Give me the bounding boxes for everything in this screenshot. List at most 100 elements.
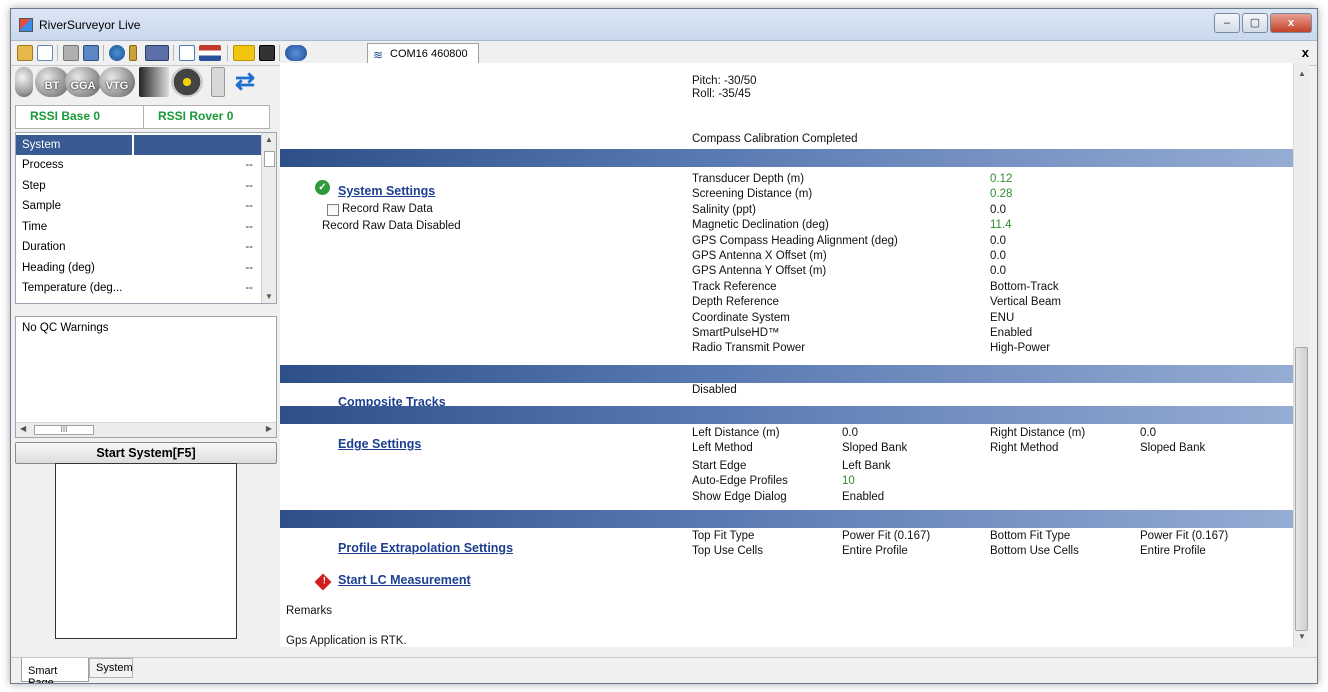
setting-label: GPS Antenna Y Offset (m) xyxy=(692,265,827,277)
grid-icon[interactable] xyxy=(83,45,99,61)
reel-icon xyxy=(171,67,203,97)
setting-label: Track Reference xyxy=(692,281,777,293)
setting-label: Salinity (ppt) xyxy=(692,204,756,216)
list-item-label: Sample xyxy=(22,200,61,212)
setting-value: 0.0 xyxy=(990,250,1006,262)
minimize-button[interactable]: – xyxy=(1214,13,1240,33)
setting-value: 0.0 xyxy=(990,204,1006,216)
left-distance-value: 0.0 xyxy=(842,427,858,439)
start-system-button[interactable]: Start System[F5] xyxy=(15,442,277,464)
language-flag-icon[interactable] xyxy=(199,45,221,61)
title-bar: RiverSurveyor Live – ▢ x xyxy=(11,9,1317,41)
tab-com-port[interactable]: ≋ COM16 460800 xyxy=(367,43,479,65)
mb-dropdown-icon[interactable] xyxy=(145,45,169,61)
list-item[interactable]: Step -- xyxy=(16,176,261,196)
bluetooth-icon xyxy=(15,67,33,97)
scroll-thumb[interactable] xyxy=(1295,347,1308,631)
maximize-button[interactable]: ▢ xyxy=(1242,13,1268,33)
tab-system[interactable]: System xyxy=(89,658,133,678)
list-item-value: -- xyxy=(245,241,253,253)
list-item[interactable]: Temperature (deg... -- xyxy=(16,278,261,298)
refresh-icon[interactable]: ⇄ xyxy=(233,67,257,97)
tools-icon[interactable] xyxy=(63,45,79,61)
system-status-list[interactable]: System Process -- Step -- Sample -- Time -- … xyxy=(15,132,277,304)
toolbar-separator xyxy=(57,45,58,61)
signal-icon: ≋ xyxy=(373,48,384,62)
list-scrollbar[interactable]: ▲ ▼ xyxy=(261,133,276,303)
top-cells-value: Entire Profile xyxy=(842,545,908,557)
globe-icon[interactable] xyxy=(109,45,125,61)
left-distance-label: Left Distance (m) xyxy=(692,427,780,439)
setting-label: GPS Antenna X Offset (m) xyxy=(692,250,827,262)
rssi-base: RSSI Base 0 xyxy=(30,109,101,123)
record-raw-label: Record Raw Data xyxy=(342,203,433,215)
qc-hscrollbar[interactable]: ◀ III ▶ xyxy=(16,422,276,437)
scroll-up-icon[interactable]: ▲ xyxy=(265,135,273,144)
section-divider xyxy=(280,149,1293,167)
toolbar-separator xyxy=(103,45,104,61)
start-edge-value: Left Bank xyxy=(842,460,891,472)
scroll-down-icon[interactable]: ▼ xyxy=(265,292,273,301)
scroll-thumb[interactable] xyxy=(264,151,275,167)
setting-value: Enabled xyxy=(990,327,1033,339)
list-item-label: System xyxy=(22,139,61,151)
scroll-right-icon[interactable]: ▶ xyxy=(266,424,272,433)
list-item[interactable]: Time -- xyxy=(16,217,261,237)
list-item-value: -- xyxy=(245,282,253,294)
bottom-tab-bar: Smart Page System xyxy=(11,657,1317,683)
setting-label: Coordinate System xyxy=(692,312,790,324)
new-file-icon[interactable] xyxy=(37,45,53,61)
main-scrollbar[interactable]: ▲ ▼ xyxy=(1293,63,1309,647)
scroll-up-icon[interactable]: ▲ xyxy=(1298,69,1306,78)
list-item[interactable]: Process -- xyxy=(16,155,261,175)
compass-status: Compass Calibration Completed xyxy=(692,133,858,145)
rssi-rover: RSSI Rover 0 xyxy=(158,109,234,123)
qc-warnings-text: No QC Warnings xyxy=(22,322,109,334)
open-folder-icon[interactable] xyxy=(17,45,33,61)
help-icon[interactable] xyxy=(285,45,307,61)
left-method-value: Sloped Bank xyxy=(842,442,908,454)
camera-icon[interactable] xyxy=(259,45,275,61)
start-lc-measurement-link[interactable]: Start LC Measurement xyxy=(338,573,471,587)
close-button[interactable]: x xyxy=(1270,13,1312,33)
scroll-thumb[interactable]: III xyxy=(34,425,94,435)
setting-value: 0.0 xyxy=(990,265,1006,277)
list-item[interactable]: Sample -- xyxy=(16,196,261,216)
edge-settings-link[interactable]: Edge Settings xyxy=(338,437,421,451)
setting-value: 11.4 xyxy=(990,219,1012,231)
right-distance-value: 0.0 xyxy=(1140,427,1156,439)
status-icons: BT GGA VTG ⇄ xyxy=(15,63,270,107)
bottom-cells-label: Bottom Use Cells xyxy=(990,545,1079,557)
setting-label: Radio Transmit Power xyxy=(692,342,806,354)
edit-icon[interactable] xyxy=(179,45,195,61)
list-item-value: -- xyxy=(245,200,253,212)
probe-icon[interactable] xyxy=(129,45,137,61)
hand-icon[interactable] xyxy=(233,45,255,61)
system-settings-link[interactable]: System Settings xyxy=(338,184,435,198)
setting-value: Bottom-Track xyxy=(990,281,1059,293)
list-item-label: Duration xyxy=(22,241,66,253)
list-item[interactable]: System xyxy=(16,135,261,155)
list-item[interactable]: Heading (deg) -- xyxy=(16,258,261,278)
com-port-label: COM16 460800 xyxy=(390,48,468,60)
scroll-left-icon[interactable]: ◀ xyxy=(20,424,26,433)
smart-page-content: Pitch: -30/50 Roll: -35/45 Compass Calib… xyxy=(280,63,1293,647)
setting-label: GPS Compass Heading Alignment (deg) xyxy=(692,235,898,247)
tab-smart-page[interactable]: Smart Page xyxy=(21,658,89,683)
record-raw-status: Record Raw Data Disabled xyxy=(322,220,461,232)
list-item-value: -- xyxy=(245,221,253,233)
rssi-divider xyxy=(143,106,144,128)
profile-extrapolation-link[interactable]: Profile Extrapolation Settings xyxy=(338,541,513,555)
preview-pane xyxy=(55,463,237,639)
setting-label: Screening Distance (m) xyxy=(692,188,813,200)
setting-label: Depth Reference xyxy=(692,296,779,308)
check-icon: ✓ xyxy=(315,180,330,195)
section-divider xyxy=(280,365,1293,383)
scroll-down-icon[interactable]: ▼ xyxy=(1298,632,1306,641)
section-divider xyxy=(280,510,1293,528)
top-cells-label: Top Use Cells xyxy=(692,545,763,557)
record-raw-checkbox[interactable] xyxy=(327,204,339,216)
list-item[interactable]: Duration -- xyxy=(16,237,261,257)
close-document-button[interactable]: x xyxy=(1302,45,1309,60)
right-method-label: Right Method xyxy=(990,442,1059,454)
